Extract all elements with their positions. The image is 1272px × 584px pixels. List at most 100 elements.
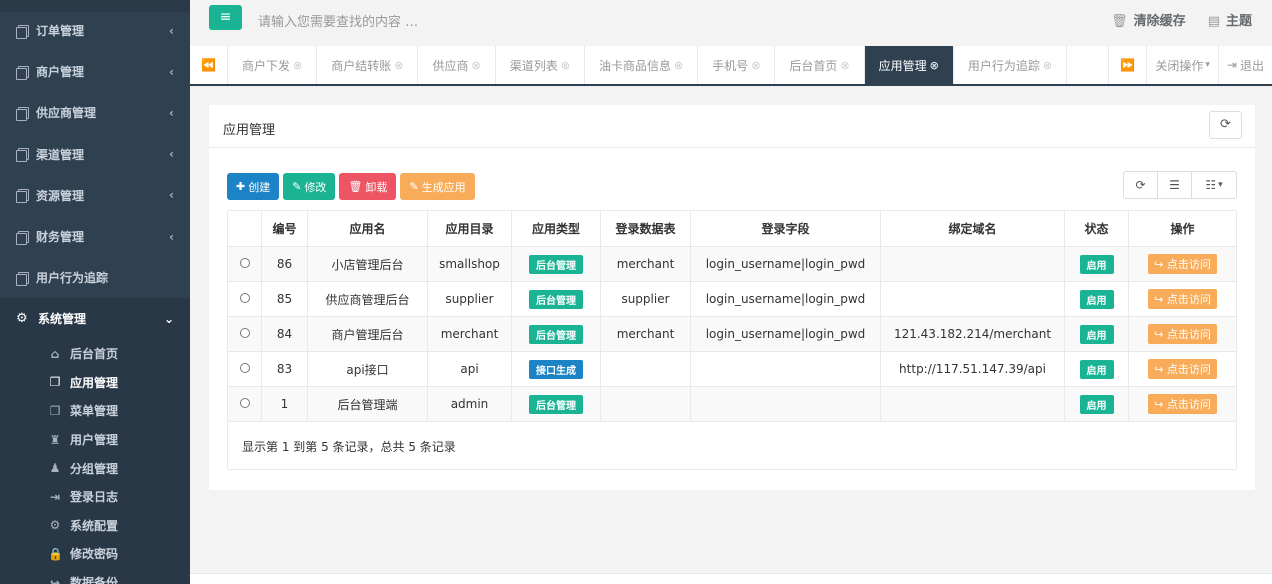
sidebar-item-label: 订单管理 xyxy=(36,24,85,39)
clear-cache-button[interactable]: 🗑 清除缓存 xyxy=(1111,10,1186,29)
close-circle-icon[interactable]: ⊗ xyxy=(930,59,939,72)
row-select-cell xyxy=(227,246,262,282)
copy-icon xyxy=(16,65,29,80)
page-tab[interactable]: 供应商 ⊗ xyxy=(418,46,496,84)
tabs-scroll-right-button[interactable]: ⏩ xyxy=(1108,46,1146,84)
edit-button[interactable]: ✎ 修改 xyxy=(283,173,336,200)
copy-icon: ❐ xyxy=(49,403,61,418)
generate-button[interactable]: ✎ 生成应用 xyxy=(400,173,475,200)
type-badge: 后台管理 xyxy=(529,394,583,414)
sidebar-item[interactable]: 渠道管理 ‹ xyxy=(0,134,190,175)
cell-status: 启用 xyxy=(1064,246,1129,282)
visit-button[interactable]: ↪ 点击访问 xyxy=(1148,289,1217,309)
row-radio[interactable] xyxy=(239,363,250,373)
page-tab[interactable]: 用户行为追踪 ⊗ xyxy=(954,46,1068,84)
user-secret-icon: ♜ xyxy=(49,432,61,447)
panel-header: 应用管理 ⟳ xyxy=(209,105,1255,148)
sidebar-subitem[interactable]: ↪ 数据备份 xyxy=(0,568,190,584)
chevron-left-icon: ‹ xyxy=(169,105,174,120)
close-circle-icon[interactable]: ⊗ xyxy=(471,59,480,72)
page-tab[interactable]: 商户结转账 ⊗ xyxy=(317,46,419,84)
visit-button[interactable]: ↪ 点击访问 xyxy=(1148,394,1217,414)
visit-button[interactable]: ↪ 点击访问 xyxy=(1148,324,1217,344)
table-refresh-button[interactable]: ⟳ xyxy=(1124,172,1158,198)
copy-icon xyxy=(16,148,29,163)
status-badge: 启用 xyxy=(1079,324,1114,344)
page-tab[interactable]: 渠道列表 ⊗ xyxy=(496,46,585,84)
columns-dropdown-button[interactable]: ☷ ▾ xyxy=(1192,172,1236,198)
row-select-cell xyxy=(227,351,262,387)
row-radio[interactable] xyxy=(239,293,250,303)
sidebar-item[interactable]: 商户管理 ‹ xyxy=(0,51,190,92)
column-header: 登录数据表 xyxy=(600,210,691,247)
sidebar-item[interactable]: 财务管理 ‹ xyxy=(0,216,190,257)
visit-button[interactable]: ↪ 点击访问 xyxy=(1148,254,1217,274)
row-radio[interactable] xyxy=(239,258,250,268)
close-circle-icon[interactable]: ⊗ xyxy=(751,59,760,72)
visit-label: 点击访问 xyxy=(1166,258,1211,271)
copy-icon xyxy=(16,189,29,204)
sidebar-item[interactable]: 用户行为追踪 xyxy=(0,257,190,298)
refresh-icon: ⟳ xyxy=(1220,117,1231,132)
cell-name: 商户管理后台 xyxy=(307,316,428,352)
page-tab-label: 供应商 xyxy=(432,58,469,73)
close-circle-icon[interactable]: ⊗ xyxy=(293,59,302,72)
table-row[interactable]: 85 供应商管理后台 supplier 后台管理 supplier login_… xyxy=(227,281,1237,317)
sidebar-subitem[interactable]: ⌂ 后台首页 xyxy=(0,340,190,369)
cell-domain xyxy=(880,386,1065,422)
close-circle-icon[interactable]: ⊗ xyxy=(674,59,683,72)
sidebar-subitem-label: 登录日志 xyxy=(70,490,119,505)
sidebar-item-system[interactable]: ⚙ 系统管理 ⌄ xyxy=(0,298,190,340)
row-radio[interactable] xyxy=(239,328,250,338)
menu-toggle-button[interactable]: ≡ xyxy=(209,5,242,30)
close-circle-icon[interactable]: ⊗ xyxy=(561,59,570,72)
caret-down-icon: ▾ xyxy=(1205,60,1210,70)
sidebar-subitem[interactable]: ⚙ 系统配置 xyxy=(0,511,190,540)
cell-dir: smallshop xyxy=(427,246,512,282)
cell-name: api接口 xyxy=(307,351,428,387)
sidebar-subitem[interactable]: ♜ 用户管理 xyxy=(0,425,190,454)
delete-button[interactable]: 🗑 卸载 xyxy=(339,173,397,200)
trash-icon: 🗑 xyxy=(348,180,363,193)
page-tab-label: 商户结转账 xyxy=(331,58,392,73)
sidebar-subitem[interactable]: ⇥ 登录日志 xyxy=(0,482,190,511)
tabs-scroll-left-button[interactable]: ⏪ xyxy=(190,46,228,84)
page-tab[interactable]: 油卡商品信息 ⊗ xyxy=(585,46,699,84)
table-toggle-button[interactable]: ☰ xyxy=(1158,172,1192,198)
close-circle-icon[interactable]: ⊗ xyxy=(394,59,403,72)
sidebar-item[interactable]: 供应商管理 ‹ xyxy=(0,92,190,133)
close-ops-label: 关闭操作 xyxy=(1155,58,1204,73)
table-row[interactable]: 86 小店管理后台 smallshop 后台管理 merchant login_… xyxy=(227,246,1237,282)
visit-button[interactable]: ↪ 点击访问 xyxy=(1148,359,1217,379)
status-badge: 启用 xyxy=(1079,359,1114,379)
theme-button[interactable]: ▤ 主题 xyxy=(1208,10,1252,29)
close-circle-icon[interactable]: ⊗ xyxy=(1043,59,1052,72)
table-row[interactable]: 1 后台管理端 admin 后台管理 启用 ↪ 点击访问 xyxy=(227,386,1237,422)
sidebar-subitem[interactable]: ❐ 应用管理 xyxy=(0,368,190,397)
sidebar-subitem[interactable]: ♟ 分组管理 xyxy=(0,454,190,483)
logout-button[interactable]: ⇥ 退出 xyxy=(1217,46,1272,84)
search-input[interactable]: 请输入您需要查找的内容 … xyxy=(258,11,418,30)
delete-label: 卸载 xyxy=(365,180,388,194)
cell-action: ↪ 点击访问 xyxy=(1128,246,1237,282)
create-button[interactable]: ✚ 创建 xyxy=(227,173,280,200)
sidebar-item[interactable]: 资源管理 ‹ xyxy=(0,175,190,216)
sidebar-subitem-label: 分组管理 xyxy=(70,461,119,476)
row-radio[interactable] xyxy=(239,398,250,408)
page-tab[interactable]: 手机号 ⊗ xyxy=(698,46,776,84)
sidebar-subitem[interactable]: ❐ 菜单管理 xyxy=(0,397,190,426)
page-tab[interactable]: 后台首页 ⊗ xyxy=(775,46,865,84)
panel-refresh-button[interactable]: ⟳ xyxy=(1209,111,1242,139)
page-tab[interactable]: 应用管理 ⊗ xyxy=(864,46,954,84)
close-ops-dropdown[interactable]: 关闭操作 ▾ xyxy=(1146,46,1218,84)
close-circle-icon[interactable]: ⊗ xyxy=(840,59,849,72)
column-header: 应用类型 xyxy=(511,210,601,247)
sidebar-subitem[interactable]: 🔒 修改密码 xyxy=(0,540,190,569)
sign-out-icon: ⇥ xyxy=(1226,58,1237,72)
sidebar-item[interactable]: 订单管理 ‹ xyxy=(0,10,190,51)
table-row[interactable]: 84 商户管理后台 merchant 后台管理 merchant login_u… xyxy=(227,316,1237,352)
status-badge: 启用 xyxy=(1079,394,1114,414)
row-select-cell xyxy=(227,281,262,317)
table-row[interactable]: 83 api接口 api 接口生成 http://117.51.147.39/a… xyxy=(227,351,1237,387)
page-tab[interactable]: 商户下发 ⊗ xyxy=(228,46,318,84)
